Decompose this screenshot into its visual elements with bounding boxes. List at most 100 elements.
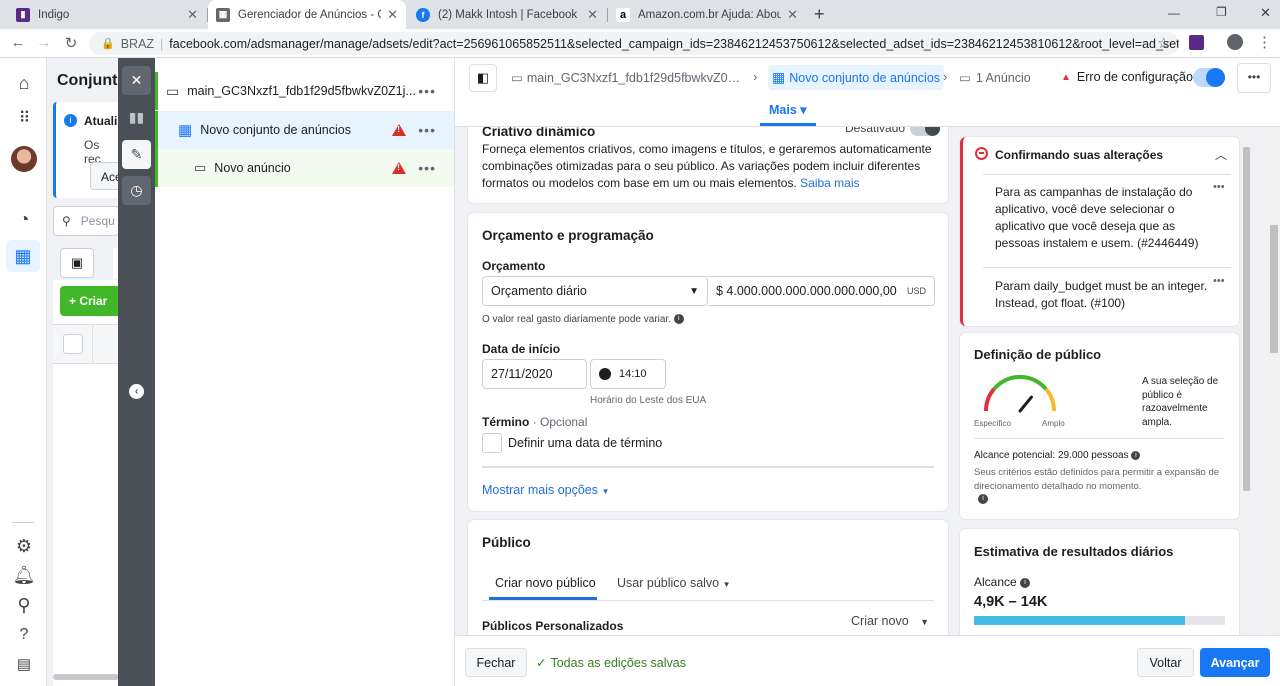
settings-gear-icon[interactable]: ⚙ — [12, 534, 36, 558]
info-icon: i — [64, 114, 77, 127]
warning-icon — [392, 124, 407, 136]
lock-icon: 🔒 — [101, 38, 115, 50]
alert-more-icon[interactable]: ••• — [1213, 275, 1225, 287]
profile-icon[interactable] — [1227, 34, 1243, 50]
tab-use-saved-audience[interactable]: Usar público salvo ▼ — [617, 576, 731, 590]
address-bar[interactable]: 🔒 BRAZ | facebook.com/adsmanager/manage/… — [89, 32, 1179, 55]
start-time-input[interactable]: 14:10 — [590, 359, 666, 389]
tree-item-campaign[interactable]: ▭ main_GC3Nxzf1_fdb1f29d5fbwkvZ0Z1j... •… — [155, 72, 454, 110]
more-actions-button[interactable]: ••• — [1237, 63, 1271, 93]
search-icon[interactable]: ⚲ — [12, 593, 36, 617]
page-scrollbar[interactable] — [1268, 127, 1280, 635]
back-arrow-icon[interactable]: ← — [8, 34, 28, 51]
tree-item-adset[interactable]: ▦ Novo conjunto de anúncios ••• — [155, 111, 454, 149]
performance-gauge-icon[interactable]: ◔ — [12, 207, 36, 231]
tab-title: Indigo — [38, 8, 70, 21]
facebook-favicon-icon: f — [416, 7, 430, 22]
more-options-icon[interactable]: ••• — [418, 122, 436, 138]
more-options-icon[interactable]: ••• — [418, 83, 436, 99]
error-circle-icon — [975, 147, 988, 160]
configuration-error-status[interactable]: ▲ Erro de configuração — [1061, 70, 1193, 84]
breadcrumb-adset[interactable]: ▦ Novo conjunto de anúncios — [768, 65, 945, 90]
page-title: Conjunto — [57, 72, 128, 89]
breadcrumb-ad[interactable]: ▭ 1 Anúncio — [959, 70, 1031, 86]
editor-form: Criativo dinâmico Desativado Forneça ele… — [455, 127, 952, 635]
home-icon[interactable]: ⌂ — [12, 71, 36, 95]
forward-arrow-icon[interactable]: → — [34, 34, 54, 51]
reach-bar-fill — [974, 616, 1185, 625]
campaigns-folder-icon[interactable]: ▣ — [60, 248, 94, 278]
select-all-checkbox[interactable] — [63, 334, 83, 354]
chevron-right-icon: › — [753, 69, 758, 84]
browser-tab-indigo[interactable]: ▮ Indigo ✕ — [8, 0, 206, 29]
search-input[interactable]: ⚲ Pesqu — [53, 206, 119, 236]
audience-definition-panel: Definição de público Específico Amplo A … — [960, 333, 1239, 519]
alert-more-icon[interactable]: ••• — [1213, 181, 1225, 193]
dropdown-caret-icon: ▼ — [689, 285, 699, 297]
site-label: BRAZ — [120, 36, 155, 51]
reports-icon[interactable]: ▤ — [12, 652, 36, 676]
save-status: ✓ Todas as edições salvas — [536, 656, 686, 670]
collapse-chevron-up-icon[interactable]: ︿ — [1215, 146, 1227, 163]
budget-amount-input[interactable]: $ 4.000.000.000.000.000.000,00 USD — [708, 276, 935, 306]
apps-grid-icon[interactable]: ⠿ — [12, 106, 36, 130]
chevron-right-icon: › — [943, 69, 948, 84]
minimize-button[interactable]: — — [1168, 6, 1180, 20]
vertical-scrollbar[interactable] — [1240, 127, 1253, 635]
close-tab-icon[interactable]: ✕ — [587, 7, 598, 23]
budget-label: Orçamento — [482, 259, 546, 273]
browser-tab-facebook[interactable]: f (2) Makk Intosh | Facebook ✕ — [408, 0, 606, 29]
avatar[interactable] — [11, 146, 37, 172]
close-tab-icon[interactable]: ✕ — [187, 7, 198, 23]
toggle-panel-icon[interactable]: ◧ — [469, 64, 497, 92]
reach-value: 4,9K – 14K — [974, 594, 1048, 610]
clock-icon — [599, 368, 611, 380]
new-tab-button[interactable]: + — [814, 4, 825, 25]
horizontal-scrollbar[interactable] — [53, 674, 119, 680]
campaign-list-panel: Conjunto i Atuali Os rec Ace ⚲ Pesqu ▣ + … — [47, 58, 130, 686]
tree-item-ad[interactable]: ▭ Novo anúncio ••• — [155, 149, 454, 187]
close-tab-icon[interactable]: ✕ — [387, 7, 398, 23]
next-button[interactable]: Avançar — [1200, 648, 1270, 677]
info-icon: i — [1131, 450, 1141, 460]
audience-card: Público Criar novo público Usar público … — [468, 520, 948, 635]
info-icon[interactable]: i — [978, 494, 988, 504]
ads-manager-table-icon[interactable]: ▦ — [6, 240, 40, 272]
history-clock-icon[interactable]: ◷ — [122, 176, 151, 205]
browser-tab-ads-manager[interactable]: ▦ Gerenciador de Anúncios - Gerenc ✕ — [208, 0, 406, 29]
edit-pencil-icon[interactable]: ✎ — [122, 140, 151, 169]
close-button[interactable]: Fechar — [465, 648, 527, 677]
notifications-bell-icon[interactable]: 🔔︎ — [12, 563, 36, 587]
tab-create-new-audience[interactable]: Criar novo público — [495, 576, 596, 590]
budget-type-select[interactable]: Orçamento diário ▼ — [482, 276, 708, 306]
start-date-input[interactable]: 27/11/2020 — [482, 359, 587, 389]
indigo-extension-icon[interactable] — [1189, 35, 1204, 50]
breadcrumb-campaign[interactable]: ▭ main_GC3Nxzf1_fdb1f29d5fbwkvZ0Z1j... — [511, 70, 743, 86]
structure-tree: ▭ main_GC3Nxzf1_fdb1f29d5fbwkvZ0Z1j... •… — [155, 58, 455, 686]
browser-tab-amazon[interactable]: a Amazon.com.br Ajuda: About Co ✕ — [608, 0, 806, 29]
warning-icon — [392, 162, 407, 174]
amazon-favicon-icon: a — [616, 7, 630, 22]
end-date-checkbox-label: Definir uma data de término — [508, 436, 663, 450]
tab-more[interactable]: Mais ▾ — [769, 102, 807, 117]
reload-icon[interactable]: ↻ — [61, 34, 81, 52]
collapse-chevron-icon[interactable]: ‹ — [129, 384, 144, 399]
error-triangle-icon: ▲ — [1061, 71, 1071, 83]
tab-title: (2) Makk Intosh | Facebook — [438, 8, 578, 21]
learn-more-link[interactable]: Saiba mais — [800, 176, 859, 190]
close-tab-icon[interactable]: ✕ — [787, 7, 798, 23]
bookmark-star-icon[interactable]: ☆ — [1157, 34, 1170, 52]
help-icon[interactable]: ? — [12, 623, 36, 647]
show-more-options-link[interactable]: Mostrar mais opções ▼ — [482, 483, 609, 497]
maximize-button[interactable]: ❐ — [1216, 5, 1227, 19]
more-options-icon[interactable]: ••• — [418, 160, 436, 176]
create-new-dropdown[interactable]: Criar novo ▼ — [851, 614, 929, 628]
close-window-button[interactable]: ✕ — [1260, 5, 1271, 21]
adset-active-toggle[interactable] — [1193, 68, 1225, 87]
bar-chart-icon[interactable]: ▮▮ — [122, 103, 151, 132]
close-editor-icon[interactable]: ✕ — [122, 66, 151, 95]
dynamic-creative-toggle[interactable] — [910, 127, 940, 136]
back-button[interactable]: Voltar — [1137, 648, 1194, 677]
end-date-checkbox[interactable] — [482, 433, 502, 453]
browser-menu-icon[interactable]: ⋮ — [1257, 33, 1272, 51]
